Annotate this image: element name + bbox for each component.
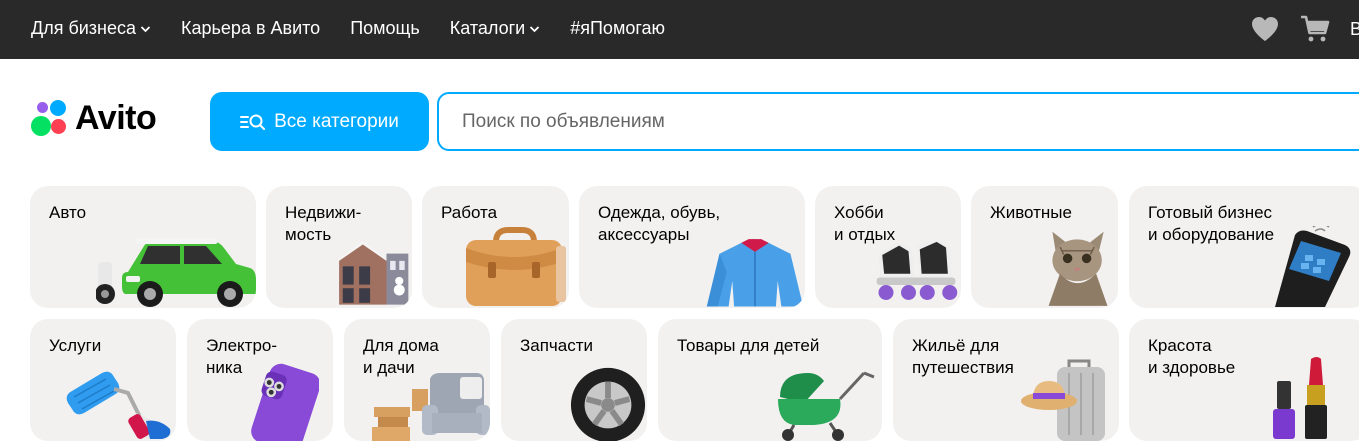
tire-icon: [570, 367, 646, 441]
top-nav: Для бизнеса Карьера в Авито Помощь Катал…: [31, 18, 695, 39]
category-label: Хобби и отдых: [834, 203, 896, 244]
categories-search-icon: [240, 114, 266, 130]
briefcase-icon: [466, 227, 566, 306]
top-nav-ya-pomogayu[interactable]: #яПомогаю: [570, 18, 665, 39]
category-card-real-estate[interactable]: Недвижи- мость: [266, 186, 412, 308]
category-card-electronics[interactable]: Электро- ника: [187, 319, 333, 441]
top-icons: В: [1250, 14, 1359, 44]
category-label: Одежда, обувь, аксессуары: [598, 203, 721, 244]
all-categories-label: Все категории: [274, 110, 399, 132]
chevron-down-icon: [140, 25, 151, 32]
category-card-animals[interactable]: Животные: [971, 186, 1118, 308]
cart-icon[interactable]: [1300, 14, 1330, 44]
category-card-auto[interactable]: Авто: [30, 186, 256, 308]
category-label: Красота и здоровье: [1148, 336, 1236, 377]
category-label: Жильё для путешествия: [912, 336, 1014, 377]
category-label: Для дома и дачи: [363, 336, 439, 377]
category-label: Работа: [441, 203, 498, 222]
category-card-hobby[interactable]: Хобби и отдых: [815, 186, 961, 308]
top-login-cut[interactable]: В: [1350, 19, 1359, 40]
top-nav-business[interactable]: Для бизнеса: [31, 18, 151, 39]
category-label: Запчасти: [520, 336, 594, 355]
search-input[interactable]: [437, 92, 1359, 151]
category-card-parts[interactable]: Запчасти: [501, 319, 647, 441]
category-card-business[interactable]: Готовый бизнес и оборудование: [1129, 186, 1359, 308]
category-label: Животные: [990, 203, 1072, 222]
category-card-home-garden[interactable]: Для дома и дачи: [344, 319, 490, 441]
top-nav-label: Для бизнеса: [31, 18, 137, 38]
category-card-beauty[interactable]: Красота и здоровье: [1129, 319, 1359, 441]
category-label: Электро- ника: [206, 336, 278, 377]
top-nav-career[interactable]: Карьера в Авито: [181, 18, 320, 39]
heart-icon[interactable]: [1250, 15, 1280, 43]
payment-terminal-icon: [1275, 226, 1351, 307]
armchair-icon: [372, 373, 490, 441]
avito-logo[interactable]: Avito: [29, 98, 157, 138]
cat-icon: [1048, 231, 1108, 306]
paint-roller-icon: [66, 371, 171, 439]
category-card-work[interactable]: Работа: [422, 186, 569, 308]
logo-dots-icon: [29, 98, 73, 138]
lipstick-icon: [1273, 357, 1327, 439]
top-nav-label: Карьера в Авито: [181, 18, 321, 38]
suitcase-icon: [1021, 359, 1105, 441]
all-categories-button[interactable]: Все категории: [210, 92, 429, 151]
category-card-kids[interactable]: Товары для детей: [658, 319, 882, 441]
top-nav-help[interactable]: Помощь: [350, 18, 420, 39]
top-nav-label: #яПомогаю: [570, 18, 666, 38]
category-card-clothing[interactable]: Одежда, обувь, аксессуары: [579, 186, 805, 308]
top-bar: Для бизнеса Карьера в Авито Помощь Катал…: [0, 0, 1359, 59]
car-icon: [96, 238, 256, 307]
chevron-down-icon: [530, 25, 540, 32]
top-nav-catalogs[interactable]: Каталоги: [450, 18, 541, 39]
category-card-services[interactable]: Услуги: [30, 319, 176, 441]
category-label: Товары для детей: [677, 336, 820, 355]
category-label: Готовый бизнес и оборудование: [1148, 203, 1275, 244]
category-label: Авто: [49, 203, 87, 222]
top-nav-label: Помощь: [350, 18, 420, 38]
category-label: Услуги: [49, 336, 102, 355]
stroller-icon: [778, 371, 875, 441]
logo-wordmark: Avito: [75, 98, 157, 137]
category-label: Недвижи- мость: [285, 203, 362, 244]
category-card-travel-housing[interactable]: Жильё для путешествия: [893, 319, 1119, 441]
top-nav-label: Каталоги: [449, 18, 526, 38]
